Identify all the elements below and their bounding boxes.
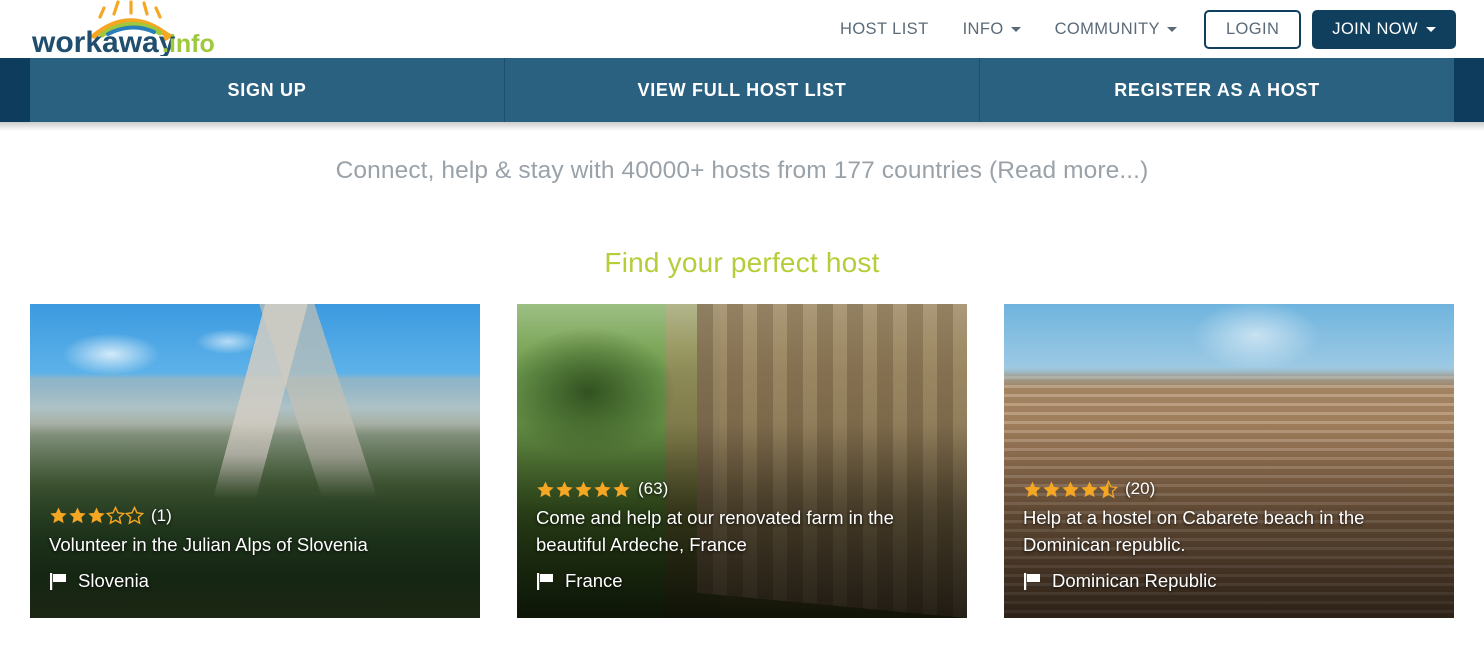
- star-icon: [1043, 481, 1060, 498]
- flag-icon: [50, 572, 66, 590]
- tagline-text-after: ): [1140, 157, 1149, 184]
- tab-sign-up[interactable]: SIGN UP: [30, 58, 505, 122]
- nav-community[interactable]: COMMUNITY: [1038, 20, 1194, 39]
- nav-info[interactable]: INFO: [946, 20, 1038, 39]
- host-title: Come and help at our renovated farm in t…: [536, 507, 894, 555]
- host-title: Volunteer in the Julian Alps of Slovenia: [49, 533, 368, 555]
- star-icon: [594, 481, 611, 498]
- tagline: Connect, help & stay with 40000+ hosts f…: [0, 157, 1484, 185]
- rating: (20): [1023, 479, 1438, 499]
- chevron-down-icon: [1426, 26, 1436, 32]
- chevron-down-icon: [1010, 26, 1021, 32]
- host-location: Slovenia: [49, 570, 464, 592]
- star-icon: [575, 481, 592, 498]
- nav-info-label: INFO: [962, 19, 1004, 38]
- review-count: (20): [1125, 479, 1156, 499]
- country-label: Slovenia: [78, 570, 149, 591]
- join-now-button[interactable]: JOIN NOW: [1312, 9, 1456, 49]
- host-location: France: [536, 570, 951, 592]
- svg-text:workaway: workaway: [32, 26, 176, 56]
- star-rating-icons: [49, 506, 144, 525]
- read-more-link[interactable]: Read more...: [997, 157, 1140, 184]
- star-icon: [1081, 481, 1098, 498]
- star-icon: [556, 481, 573, 498]
- flag-icon: [537, 572, 553, 590]
- star-rating-icons: [1023, 480, 1118, 499]
- star-icon-empty: [106, 506, 125, 525]
- country-label: Dominican Republic: [1052, 570, 1217, 591]
- rating: (63): [536, 479, 951, 499]
- star-icon-empty: [125, 506, 144, 525]
- bar-shadow: [0, 122, 1484, 131]
- star-rating-icons: [536, 480, 631, 499]
- country-label: France: [565, 570, 623, 591]
- nav-community-label: COMMUNITY: [1054, 19, 1160, 38]
- top-navigation: HOST LIST INFO COMMUNITY LOGIN JOIN NOW: [823, 0, 1456, 58]
- primary-action-bar: SIGN UP VIEW FULL HOST LIST REGISTER AS …: [0, 58, 1484, 122]
- workaway-logo[interactable]: workaway .info: [32, 0, 218, 56]
- star-icon: [613, 481, 630, 498]
- host-card-grid: (1) Volunteer in the Julian Alps of Slov…: [0, 304, 1484, 618]
- tab-register-as-a-host[interactable]: REGISTER AS A HOST: [980, 58, 1454, 122]
- rating: (1): [49, 506, 464, 526]
- join-now-label: JOIN NOW: [1332, 19, 1418, 38]
- page-title: Find your perfect host: [604, 247, 880, 278]
- host-title: Help at a hostel on Cabarete beach in th…: [1023, 507, 1365, 555]
- star-icon-half: [1099, 480, 1118, 499]
- tagline-text: Connect, help & stay with 40000+ hosts f…: [335, 157, 998, 184]
- star-icon: [69, 507, 86, 524]
- tab-view-full-host-list[interactable]: VIEW FULL HOST LIST: [505, 58, 980, 122]
- review-count: (63): [638, 479, 669, 499]
- nav-host-list[interactable]: HOST LIST: [823, 20, 946, 39]
- svg-text:.info: .info: [162, 30, 215, 56]
- star-icon: [537, 481, 554, 498]
- star-icon: [88, 507, 105, 524]
- star-icon: [1024, 481, 1041, 498]
- sunrise-logo-icon: workaway .info: [32, 0, 215, 56]
- star-icon: [1062, 481, 1079, 498]
- host-card[interactable]: (1) Volunteer in the Julian Alps of Slov…: [30, 304, 480, 618]
- chevron-down-icon: [1166, 26, 1177, 32]
- host-card[interactable]: (20) Help at a hostel on Cabarete beach …: [1004, 304, 1454, 618]
- host-location: Dominican Republic: [1023, 570, 1438, 592]
- nav-host-list-label: HOST LIST: [840, 19, 929, 38]
- star-icon: [50, 507, 67, 524]
- site-header: workaway .info HOST LIST INFO COMMUNITY …: [0, 0, 1484, 58]
- flag-icon: [1024, 572, 1040, 590]
- host-card[interactable]: (63) Come and help at our renovated farm…: [517, 304, 967, 618]
- login-button[interactable]: LOGIN: [1203, 9, 1302, 49]
- review-count: (1): [151, 505, 172, 525]
